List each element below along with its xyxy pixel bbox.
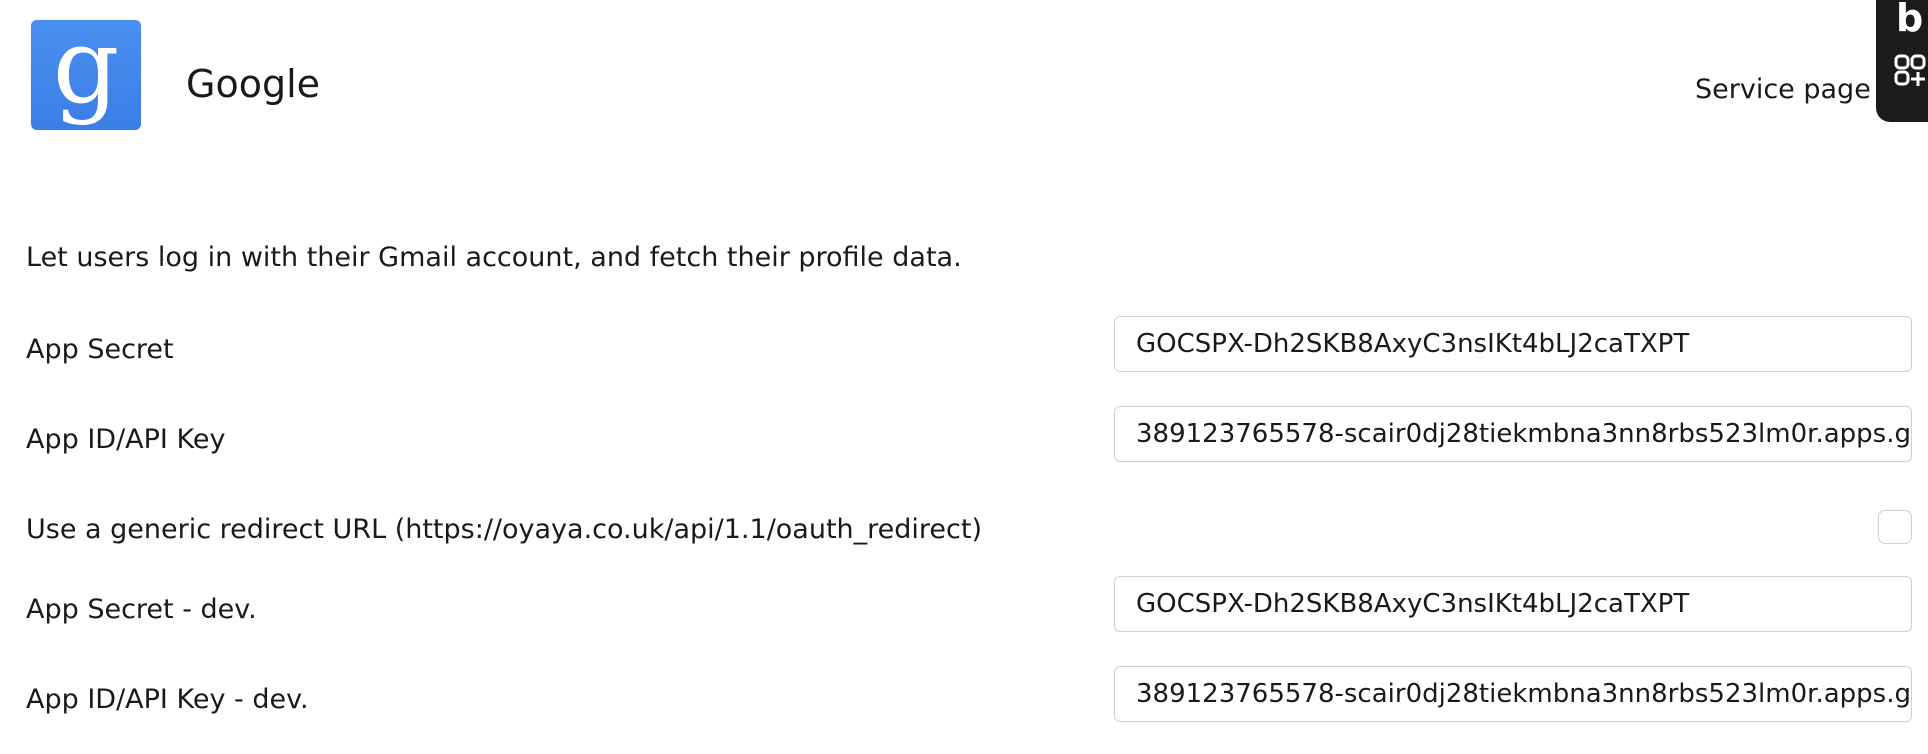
service-description: Let users log in with their Gmail accoun… <box>26 242 962 273</box>
app-id-dev-field[interactable] <box>1114 666 1912 722</box>
app-secret-label: App Secret <box>26 334 174 365</box>
grid-plus-icon <box>1894 54 1926 86</box>
app-id-label: App ID/API Key <box>26 424 226 455</box>
google-logo-letter: g <box>52 5 120 127</box>
app-id-field[interactable] <box>1114 406 1912 462</box>
service-title: Google <box>186 62 321 106</box>
app-secret-field[interactable] <box>1114 316 1912 372</box>
app-secret-dev-field[interactable] <box>1114 576 1912 632</box>
generic-redirect-checkbox[interactable] <box>1878 510 1912 544</box>
service-page-link[interactable]: Service page → <box>1695 70 1902 110</box>
generic-redirect-label: Use a generic redirect URL (https://oyay… <box>26 514 983 545</box>
service-page-link-label: Service page <box>1695 74 1871 105</box>
google-logo-icon: g <box>31 14 141 130</box>
floating-widget-text: b <box>1896 0 1924 40</box>
app-id-dev-label: App ID/API Key - dev. <box>26 684 309 715</box>
floating-widget[interactable]: b <box>1876 0 1928 122</box>
app-secret-dev-label: App Secret - dev. <box>26 594 257 625</box>
